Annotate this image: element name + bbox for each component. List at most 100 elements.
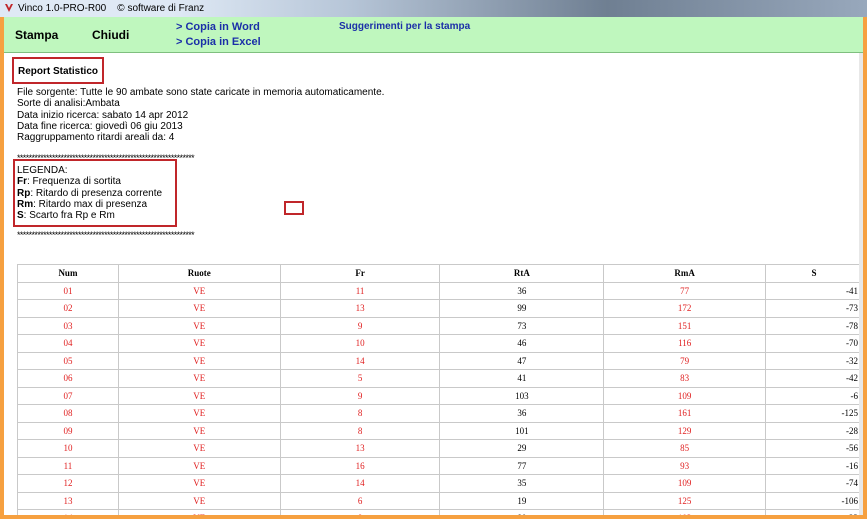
cell-rta: 36 — [439, 404, 605, 423]
col-header-rma: RmA — [603, 264, 767, 283]
cell-s: -125 — [765, 404, 863, 423]
separator-line: ****************************************… — [17, 230, 195, 240]
cell-s: -56 — [765, 439, 863, 458]
cell-num: 02 — [17, 299, 119, 318]
table-body: 01 VE 11 36 77 -41 02 VE 13 99 172 -73 03 VE 9 73 151 -78… — [17, 281, 863, 515]
cell-num: 09 — [17, 421, 119, 440]
copia-excel-link[interactable]: > Copia in Excel — [176, 36, 261, 48]
legend-item: Rp: Ritardo di presenza corrente — [17, 187, 163, 199]
chiudi-button[interactable]: Chiudi — [92, 28, 129, 42]
cell-num: 06 — [17, 369, 119, 388]
col-header-s: S — [765, 264, 863, 283]
cell-s: -42 — [765, 369, 863, 388]
cell-fr: 14 — [279, 351, 441, 370]
legend-title: LEGENDA: — [17, 165, 68, 176]
app-icon — [5, 4, 13, 12]
col-header-num: Num — [17, 264, 119, 283]
table-row: 07 VE 9 103 109 -6 — [17, 386, 863, 405]
cell-s: -106 — [765, 491, 863, 510]
cell-ruote: VE — [117, 491, 281, 510]
cell-fr: 13 — [279, 299, 441, 318]
toolbar: Stampa Chiudi > Copia in Word > Copia in… — [4, 17, 863, 53]
info-line: Data fine ricerca: giovedì 06 giu 2013 — [17, 120, 183, 132]
col-header-rta: RtA — [439, 264, 605, 283]
cell-s: -16 — [765, 456, 863, 475]
cell-ruote: VE — [117, 334, 281, 353]
col-header-fr: Fr — [279, 264, 441, 283]
cell-s: -6 — [765, 386, 863, 405]
table-row: 05 VE 14 47 79 -32 — [17, 351, 863, 370]
cell-rta: 101 — [439, 421, 605, 440]
cell-num: 13 — [17, 491, 119, 510]
cell-fr: 9 — [279, 316, 441, 335]
info-line: File sorgente: Tutte le 90 ambate sono s… — [17, 87, 385, 98]
cell-ruote: VE — [117, 439, 281, 458]
cell-fr: 5 — [279, 369, 441, 388]
table-row: 11 VE 16 77 93 -16 — [17, 456, 863, 475]
cell-rma: 83 — [603, 369, 767, 388]
cell-rta: 99 — [439, 299, 605, 318]
suggerimenti-link[interactable]: Suggerimenti per la stampa — [339, 21, 470, 32]
stampa-button[interactable]: Stampa — [15, 28, 58, 42]
cell-s: -28 — [765, 421, 863, 440]
report-content[interactable]: Report Statistico File sorgente: Tutte l… — [4, 53, 863, 515]
cell-num: 10 — [17, 439, 119, 458]
info-line: Data inizio ricerca: sabato 14 apr 2012 — [17, 109, 189, 121]
cell-rta: 41 — [439, 369, 605, 388]
cell-rta: 47 — [439, 351, 605, 370]
cell-fr: 10 — [279, 334, 441, 353]
cell-rma: 116 — [603, 334, 767, 353]
cell-rta: 29 — [439, 439, 605, 458]
cell-ruote: VE — [117, 281, 281, 300]
cell-rma: 161 — [603, 404, 767, 423]
cell-ruote: VE — [117, 509, 281, 515]
cell-s: -70 — [765, 334, 863, 353]
window-titlebar: Vinco 1.0-PRO-R00 © software di Franz — [0, 0, 867, 17]
window-title: Vinco 1.0-PRO-R00 © software di Franz — [18, 3, 205, 14]
cell-rma: 125 — [603, 491, 767, 510]
cell-rta: 35 — [439, 474, 605, 493]
cell-num: 07 — [17, 386, 119, 405]
cell-fr: 14 — [279, 474, 441, 493]
cell-num: 08 — [17, 404, 119, 423]
table-header-row: Num Ruote Fr RtA RmA S — [17, 264, 863, 283]
cell-fr: 13 — [279, 439, 441, 458]
cell-ruote: VE — [117, 369, 281, 388]
report-title: Report Statistico — [18, 66, 99, 77]
table-row: 13 VE 6 19 125 -106 — [17, 491, 863, 510]
cell-rma: 103 — [603, 509, 767, 515]
cell-rta: 80 — [439, 509, 605, 515]
cell-rma: 109 — [603, 386, 767, 405]
copia-word-link[interactable]: > Copia in Word — [176, 21, 260, 33]
cell-ruote: VE — [117, 299, 281, 318]
cell-num: 14 — [17, 509, 119, 515]
cell-s: -23 — [765, 509, 863, 515]
scrollbar[interactable] — [859, 53, 863, 515]
cell-fr: 6 — [279, 491, 441, 510]
legend: LEGENDA: Fr: Frequenza di sortita Rp: Ri… — [17, 165, 162, 221]
cell-num: 04 — [17, 334, 119, 353]
cell-rma: 151 — [603, 316, 767, 335]
cell-rma: 85 — [603, 439, 767, 458]
highlight-box-small — [284, 201, 304, 215]
cell-rma: 79 — [603, 351, 767, 370]
legend-item: Fr: Frequenza di sortita — [17, 176, 121, 188]
cell-num: 03 — [17, 316, 119, 335]
legend-item: S: Scarto fra Rp e Rm — [17, 210, 115, 222]
cell-rma: 109 — [603, 474, 767, 493]
cell-num: 11 — [17, 456, 119, 475]
table-row: 04 VE 10 46 116 -70 — [17, 334, 863, 353]
cell-ruote: VE — [117, 404, 281, 423]
cell-rta: 77 — [439, 456, 605, 475]
stats-table: Num Ruote Fr RtA RmA S 01 VE 11 36 77 -41 02 VE… — [17, 264, 863, 515]
cell-rta: 73 — [439, 316, 605, 335]
table-row: 08 VE 8 36 161 -125 — [17, 404, 863, 423]
table-row: 01 VE 11 36 77 -41 — [17, 281, 863, 300]
cell-ruote: VE — [117, 386, 281, 405]
table-row: 12 VE 14 35 109 -74 — [17, 474, 863, 493]
cell-fr: 11 — [279, 281, 441, 300]
table-row: 03 VE 9 73 151 -78 — [17, 316, 863, 335]
cell-fr: 8 — [279, 509, 441, 515]
info-line: Raggruppamento ritardi areali da: 4 — [17, 132, 175, 144]
cell-num: 12 — [17, 474, 119, 493]
